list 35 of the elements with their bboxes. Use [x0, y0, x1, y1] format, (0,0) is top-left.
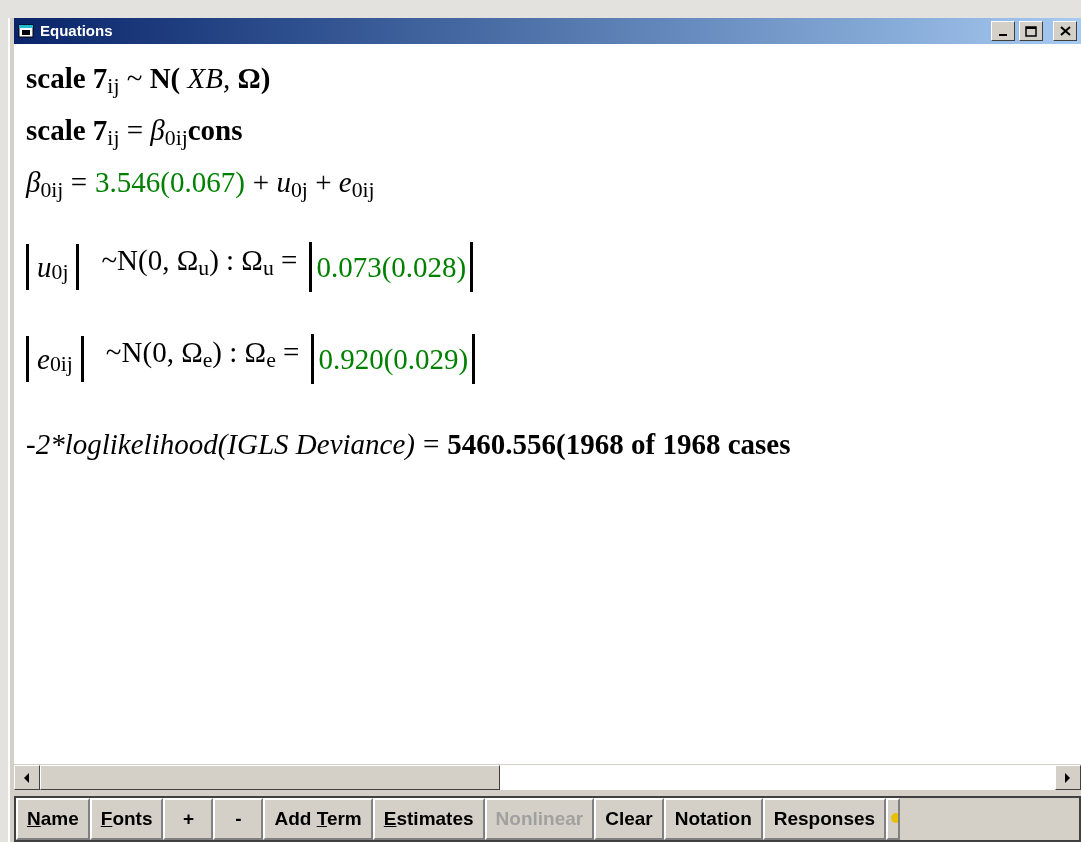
equation-line: β$_{0ij}$ = 3.546(0.067) + u$_{0j}$ + e$_{0ij}$ — [26, 165, 376, 205]
scroll-left-button[interactable] — [14, 765, 40, 790]
close-button[interactable] — [1053, 21, 1077, 41]
scroll-thumb[interactable] — [40, 765, 500, 790]
toolbar-button[interactable]: Estimates — [372, 798, 485, 840]
maximize-icon — [1025, 25, 1037, 37]
vector-term: e$_{0ij}$ — [26, 336, 84, 382]
window-title: Equations — [40, 20, 114, 41]
matrix-value: 0.073(0.028) — [309, 242, 474, 292]
toolbar-button[interactable] — [886, 798, 901, 840]
distribution-text: ~N(0, Ω$_{u}$) : Ω$_{u}$ = — [101, 243, 298, 283]
equation-line: scale 7$_{ij}$ = β$_{0ij}$cons — [26, 113, 244, 153]
horizontal-scrollbar[interactable] — [14, 764, 1081, 790]
toolbar-button[interactable]: Name — [16, 798, 90, 840]
toolbar-button[interactable]: Responses — [762, 798, 887, 840]
left-arrow-icon — [24, 772, 30, 783]
equation-line: -2*loglikelihood(IGLS Deviance) = 5460.556(1968 of 1968 cases — [26, 427, 792, 462]
window-icon — [18, 23, 36, 39]
right-arrow-icon — [1065, 772, 1071, 783]
matrix-value: 0.920(0.029) — [311, 334, 476, 384]
scroll-right-button[interactable] — [1055, 765, 1081, 790]
toolbar-button[interactable]: + — [163, 798, 214, 840]
bulb-icon — [888, 812, 899, 826]
toolbar-button[interactable]: - — [213, 798, 264, 840]
close-icon — [1059, 26, 1071, 36]
minimize-button[interactable] — [991, 21, 1015, 41]
minimize-icon — [999, 34, 1007, 36]
toolbar-button[interactable]: Clear — [594, 798, 664, 840]
distribution-text: ~N(0, Ω$_{e}$) : Ω$_{e}$ = — [105, 335, 300, 375]
toolbar-button[interactable]: Notation — [663, 798, 763, 840]
equation-line: scale 7$_{ij}$ ~ N( XB, Ω) — [26, 61, 272, 101]
vector-term: u$_{0j}$ — [26, 244, 80, 290]
maximize-button[interactable] — [1019, 21, 1043, 41]
toolbar-button[interactable]: Add Term — [263, 798, 373, 840]
toolbar-button[interactable]: Fonts — [89, 798, 164, 840]
